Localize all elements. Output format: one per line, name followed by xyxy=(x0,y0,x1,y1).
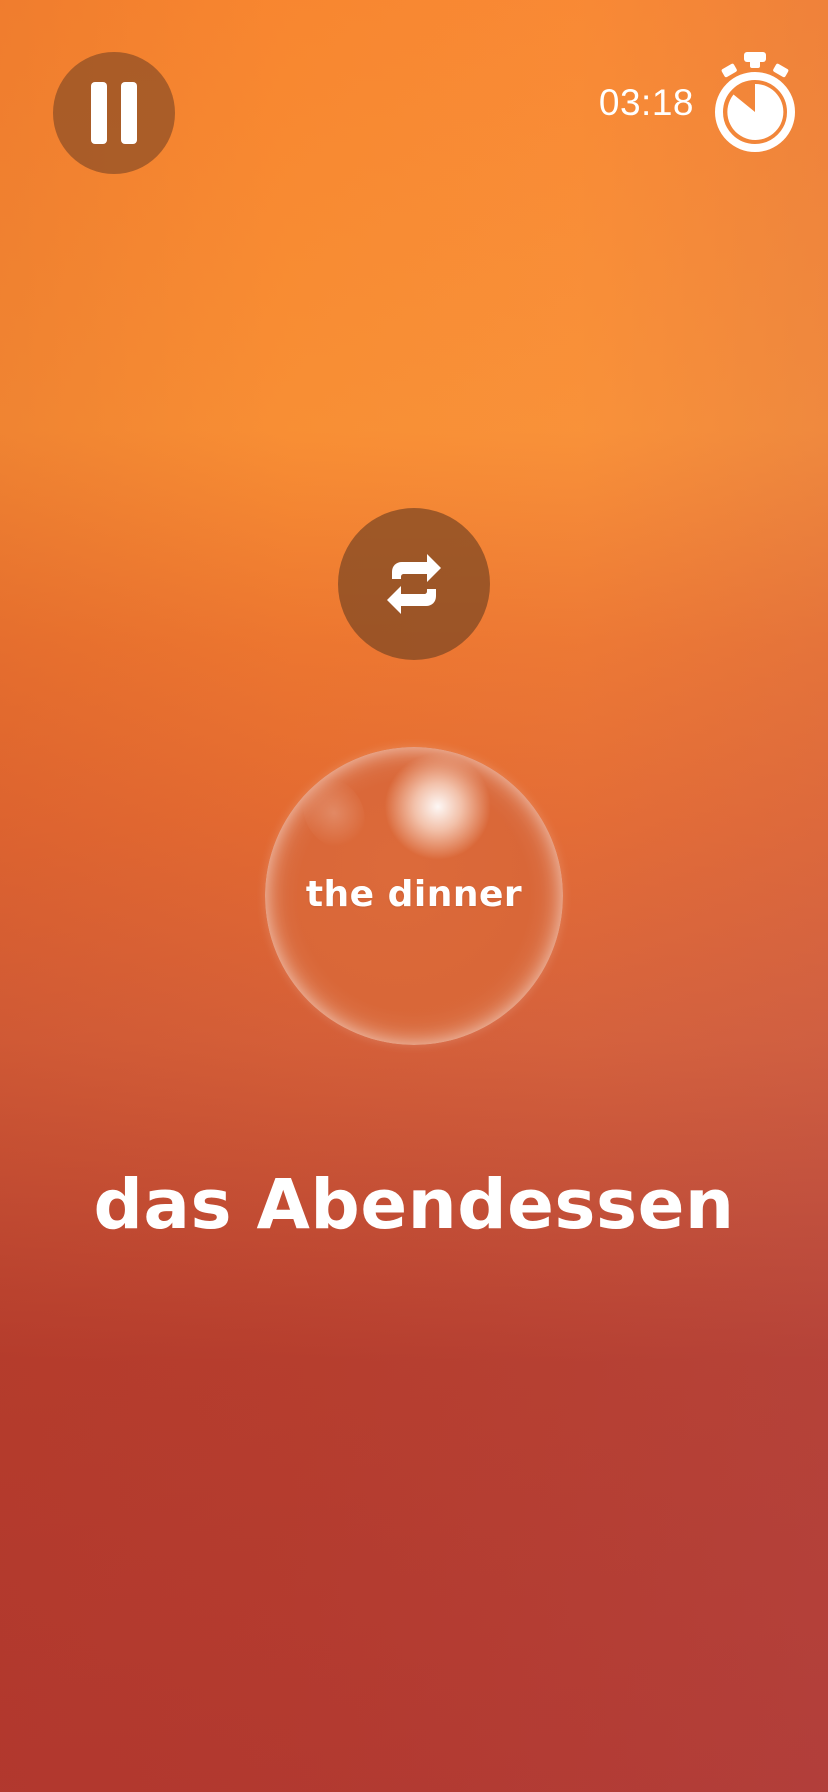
timer: 03:18 xyxy=(599,48,798,158)
translation-text: the dinner xyxy=(305,874,523,915)
timer-text: 03:18 xyxy=(598,82,694,123)
pause-icon-right-bar xyxy=(121,82,137,144)
repeat-icon xyxy=(387,554,441,614)
repeat-button[interactable] xyxy=(338,508,490,660)
translation-bubble: the dinner xyxy=(265,747,563,1045)
pause-icon-left-bar xyxy=(91,82,107,144)
vocabulary-word: das Abendessen xyxy=(93,1165,735,1245)
pause-button[interactable] xyxy=(53,52,175,174)
top-bar: 03:18 xyxy=(0,0,828,180)
stopwatch-icon xyxy=(715,52,795,152)
